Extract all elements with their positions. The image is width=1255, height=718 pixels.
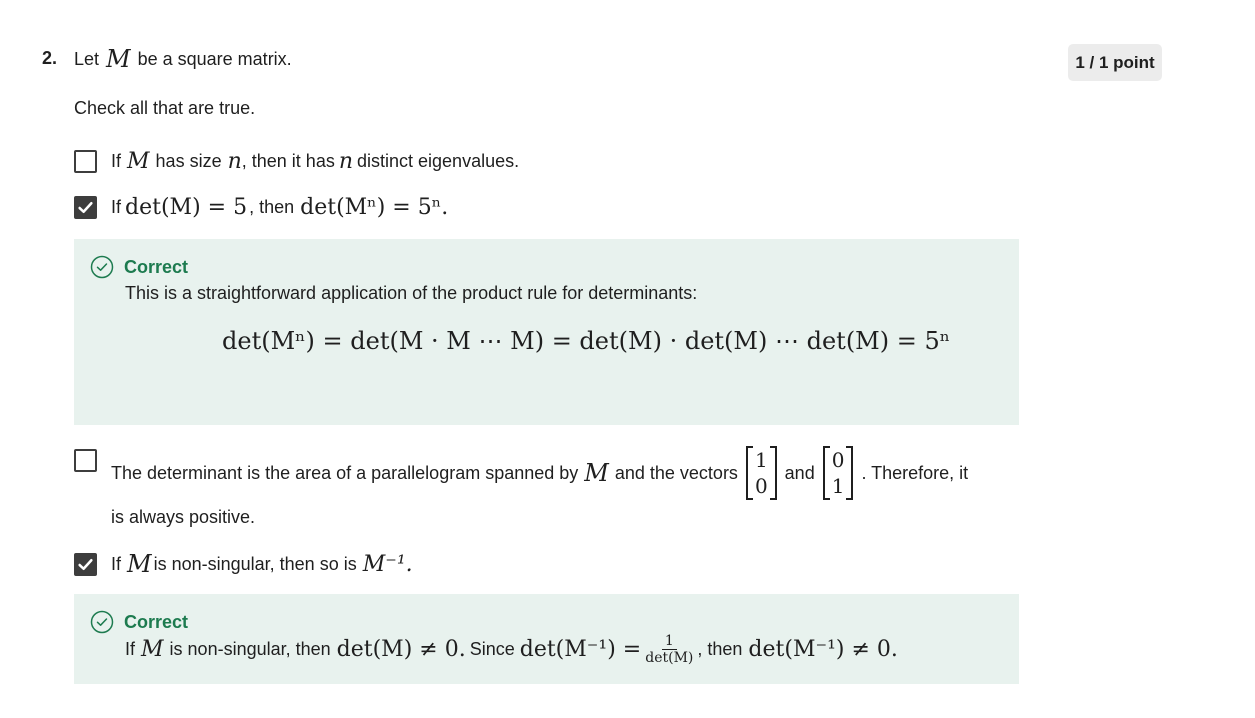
feedback-2-title: Correct bbox=[124, 611, 189, 632]
feedback-panel-1: Correct This is a straightforward applic… bbox=[74, 239, 1019, 425]
checkbox-option-4[interactable] bbox=[74, 552, 97, 576]
option-1[interactable]: If M has size n , then it has n distinct… bbox=[74, 149, 519, 174]
vector-2-entry-0: 0 bbox=[831, 448, 845, 472]
option-4-part-2: is non-singular, then so is bbox=[153, 553, 357, 574]
option-4-part-0: If bbox=[111, 553, 122, 574]
checkmark-icon bbox=[78, 201, 93, 214]
option-1-part-1: M bbox=[127, 149, 150, 174]
option-3-text: The determinant is the area of a paralle… bbox=[111, 443, 968, 503]
check-circle-icon bbox=[90, 255, 114, 279]
feedback-panel-2: Correct If M is non-singular, then det(M… bbox=[74, 594, 1019, 684]
vector-1-entries: 1 0 bbox=[753, 447, 770, 499]
option-2[interactable]: If det(M) = 5 , then det(Mⁿ) = 5ⁿ. bbox=[74, 195, 448, 220]
bracket-left bbox=[822, 446, 830, 500]
checkmark-icon bbox=[78, 558, 93, 570]
option-3-part-0: The determinant is the area of a paralle… bbox=[111, 462, 579, 483]
fraction: 1 det(M) bbox=[645, 634, 693, 665]
vector-1-entry-1: 0 bbox=[754, 474, 768, 498]
feedback-1-text: This is a straightforward application of… bbox=[125, 283, 698, 303]
option-2-part-1: det(M) = 5 bbox=[125, 195, 248, 220]
vector-2-entry-1: 1 bbox=[831, 474, 845, 498]
feedback-1-header: Correct bbox=[90, 255, 188, 279]
option-2-part-0: If bbox=[111, 197, 122, 217]
checkbox-option-2[interactable] bbox=[74, 196, 97, 219]
option-1-part-6: distinct eigenvalues. bbox=[357, 151, 520, 171]
question-number: 2. bbox=[42, 48, 58, 68]
option-2-part-2: , then bbox=[249, 197, 295, 217]
fraction-numerator: 1 bbox=[661, 634, 677, 650]
stem-prefix: Let bbox=[74, 48, 100, 69]
vector-2-entries: 0 1 bbox=[830, 447, 847, 499]
feedback-2-part-2: is non-singular, then bbox=[169, 638, 331, 659]
option-1-part-3: n bbox=[227, 149, 242, 174]
feedback-2-header: Correct bbox=[90, 610, 188, 634]
fraction-denominator: det(M) bbox=[645, 649, 694, 666]
feedback-1-title: Correct bbox=[124, 256, 189, 277]
vector-1: 1 0 bbox=[745, 446, 777, 500]
option-2-part-3: det(Mⁿ) = 5ⁿ. bbox=[300, 195, 449, 220]
feedback-2-part-0: If bbox=[125, 638, 136, 659]
check-circle-icon bbox=[90, 610, 114, 634]
question-instruction: Check all that are true. bbox=[74, 98, 256, 118]
option-3-part-1: M bbox=[584, 459, 609, 487]
option-3[interactable] bbox=[74, 448, 111, 472]
option-1-part-0: If bbox=[111, 151, 122, 171]
option-3-part-3: and bbox=[784, 462, 815, 483]
feedback-2-part-1: M bbox=[141, 636, 164, 662]
checkbox-option-1[interactable] bbox=[74, 150, 97, 173]
option-4[interactable]: If M is non-singular, then so is M⁻¹. bbox=[74, 550, 413, 578]
feedback-2-part-9: det(M⁻¹) ≠ 0. bbox=[748, 636, 898, 662]
question-stem: Let M be a square matrix. bbox=[74, 44, 292, 74]
vector-1-entry-0: 1 bbox=[754, 448, 768, 472]
vector-2: 0 1 bbox=[822, 446, 854, 500]
option-4-part-3: M⁻¹. bbox=[362, 551, 413, 577]
bracket-right bbox=[769, 446, 777, 500]
option-1-text: If M has size n , then it has n distinct… bbox=[111, 149, 519, 174]
feedback-2-text: If M is non-singular, then det(M) ≠ 0. S… bbox=[125, 634, 898, 665]
points-badge: 1 / 1 point bbox=[1068, 44, 1162, 81]
option-1-part-5: n bbox=[338, 149, 353, 174]
option-3-part-4: . Therefore, it bbox=[861, 462, 969, 483]
feedback-1-equation: det(Mⁿ) = det(M · M ⋯ M) = det(M) · det(… bbox=[222, 327, 951, 355]
option-4-text: If M is non-singular, then so is M⁻¹. bbox=[111, 550, 413, 578]
option-1-part-4: , then it has bbox=[241, 151, 335, 171]
feedback-2-part-3: det(M) ≠ 0. bbox=[336, 636, 466, 662]
bracket-left bbox=[745, 446, 753, 500]
feedback-2-part-8: , then bbox=[697, 638, 743, 659]
feedback-2-part-5: det(M⁻¹) = bbox=[519, 636, 642, 662]
option-1-part-2: has size bbox=[155, 151, 222, 171]
option-3-part-2: and the vectors bbox=[614, 462, 738, 483]
option-2-text: If det(M) = 5 , then det(Mⁿ) = 5ⁿ. bbox=[111, 195, 448, 220]
checkbox-option-3[interactable] bbox=[74, 449, 97, 472]
option-4-part-1: M bbox=[127, 550, 152, 578]
stem-variable: M bbox=[106, 45, 131, 73]
stem-suffix: be a square matrix. bbox=[137, 48, 292, 69]
feedback-2-part-4: Since bbox=[469, 638, 515, 659]
bracket-right bbox=[846, 446, 854, 500]
option-3-text-line-2: is always positive. bbox=[111, 507, 256, 527]
